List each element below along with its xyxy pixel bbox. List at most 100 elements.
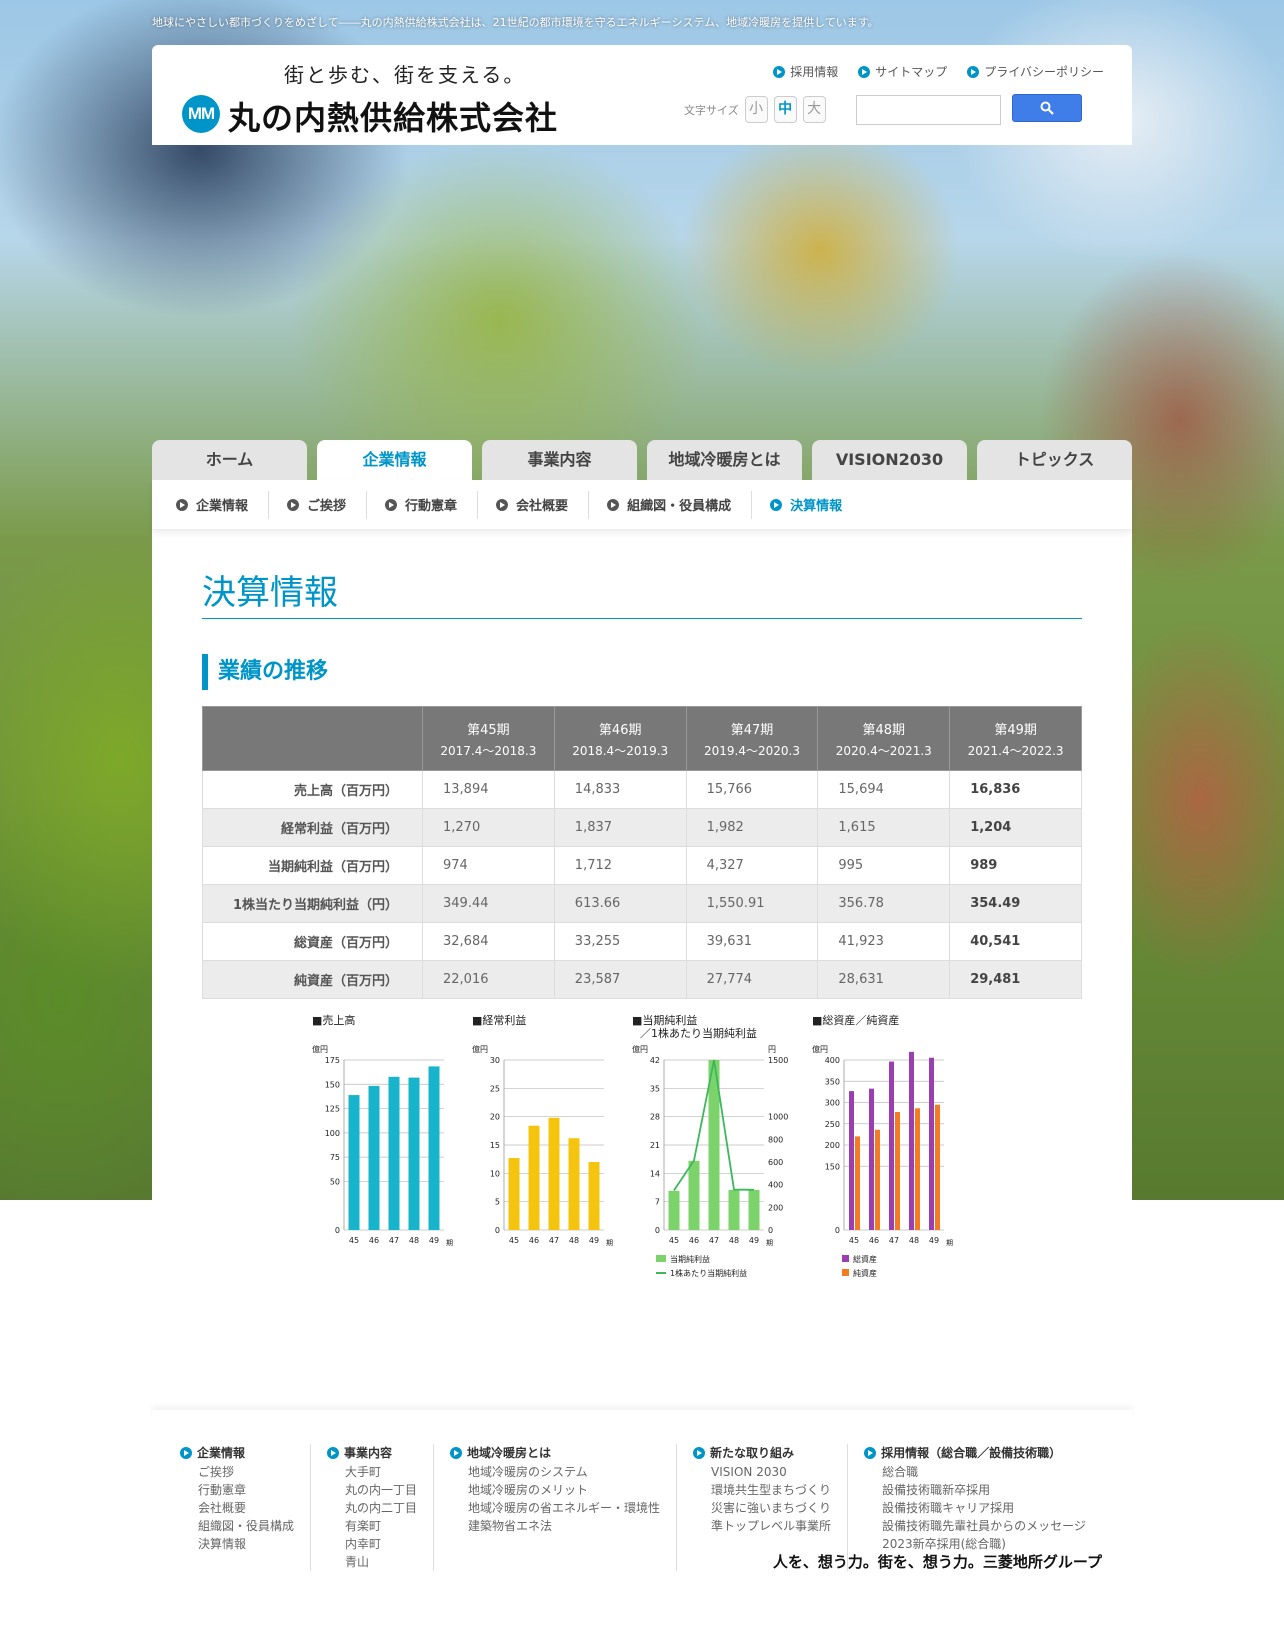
footer-link[interactable]: 地域冷暖房のメリット xyxy=(450,1481,660,1499)
table-cell: 4,327 xyxy=(685,846,819,885)
footer-link[interactable]: 準トップレベル事業所 xyxy=(693,1517,831,1535)
chart-bar xyxy=(548,1117,560,1230)
font-size-small-button[interactable]: 小 xyxy=(744,96,768,123)
arrow-circle-icon xyxy=(693,1446,706,1459)
chart-bar xyxy=(889,1061,894,1230)
company-logo-text[interactable]: 丸の内熱供給株式会社 xyxy=(228,93,558,139)
x-tick-label: 47 xyxy=(389,1236,399,1245)
search-button[interactable] xyxy=(1012,94,1082,122)
y-tick-label: 7 xyxy=(655,1198,660,1207)
footer-link[interactable]: 総合職 xyxy=(864,1463,1086,1481)
y-tick-label: 300 xyxy=(825,1099,840,1108)
recruit-link[interactable]: 採用情報 xyxy=(773,63,838,80)
subnav-item-overview[interactable]: 会社概要 xyxy=(496,490,590,519)
y-axis-label: 億円 xyxy=(312,1044,328,1054)
group-logo[interactable]: 人を、想う力。街を、想う力。三菱地所グループ xyxy=(773,1551,1102,1572)
financial-charts: ■売上高億円0507510012515017545 46 47 48 49 期■経常利益億… xyxy=(312,1013,953,1278)
chart-bar xyxy=(688,1160,700,1230)
footer-link[interactable]: 行動憲章 xyxy=(180,1481,294,1499)
chart-bar xyxy=(368,1085,380,1230)
footer-link[interactable]: 建築物省エネ法 xyxy=(450,1517,660,1535)
table-cell: 23,587 xyxy=(553,960,687,999)
footer-link[interactable]: 大手町 xyxy=(327,1463,417,1481)
footer-heading[interactable]: 企業情報 xyxy=(180,1444,294,1461)
table-cell: 15,694 xyxy=(817,770,951,809)
x-axis-label: 期 xyxy=(946,1239,953,1247)
x-tick-label: 45 xyxy=(349,1236,359,1245)
footer-link[interactable]: 会社概要 xyxy=(180,1499,294,1517)
x-tick-label: 46 xyxy=(869,1236,879,1245)
y-tick-label: 75 xyxy=(330,1153,340,1162)
tab-business[interactable]: 事業内容 xyxy=(482,440,637,480)
table-cell: 989 xyxy=(949,846,1082,885)
search-input[interactable] xyxy=(856,95,1001,125)
font-size-large-button[interactable]: 大 xyxy=(802,96,826,123)
arrow-circle-icon xyxy=(287,498,300,511)
footer-link[interactable]: 災害に強いまちづくり xyxy=(693,1499,831,1517)
font-size-medium-button[interactable]: 中 xyxy=(773,96,797,123)
table-cell: 14,833 xyxy=(553,770,687,809)
chart-bar xyxy=(895,1111,900,1230)
footer-link[interactable]: ご挨拶 xyxy=(180,1463,294,1481)
utility-links: 採用情報 サイトマップ プライバシーポリシー xyxy=(773,63,1104,80)
table-cell: 1,712 xyxy=(553,846,687,885)
footer-link[interactable]: 丸の内一丁目 xyxy=(327,1481,417,1499)
footer-link[interactable]: VISION 2030 xyxy=(693,1463,831,1481)
footer-heading[interactable]: 事業内容 xyxy=(327,1444,417,1461)
footer-link[interactable]: 設備技術職キャリア採用 xyxy=(864,1499,1086,1517)
chart-title: ■当期純利益 xyxy=(632,1013,697,1027)
footer-link[interactable]: 環境共生型まちづくり xyxy=(693,1481,831,1499)
period-header: 第46期 2018.4～2019.3 xyxy=(553,706,687,771)
footer-link[interactable]: 設備技術職先輩社員からのメッセージ xyxy=(864,1517,1086,1535)
y-tick-label: 350 xyxy=(825,1077,840,1086)
subnav-item-organization[interactable]: 組織図・役員構成 xyxy=(607,490,753,519)
footer-link[interactable]: 地域冷暖房の省エネルギー・環境性 xyxy=(450,1499,660,1517)
subnav-item-company[interactable]: 企業情報 xyxy=(176,490,270,519)
footer-link[interactable]: 青山 xyxy=(327,1553,417,1571)
chart-bar xyxy=(348,1095,360,1230)
sitemap-link[interactable]: サイトマップ xyxy=(858,63,947,80)
sub-navigation: 企業情報 ご挨拶 行動憲章 会社概要 組織図・役員構成 決算情報 xyxy=(152,480,1132,530)
financial-table: 第45期 2017.4～2018.3 第46期 2018.4～2019.3 第47期… xyxy=(202,706,1082,999)
y-axis-label: 億円 xyxy=(472,1044,488,1054)
company-logo-icon[interactable]: MM xyxy=(182,95,220,133)
y-tick-label: 42 xyxy=(650,1056,660,1065)
footer-link[interactable]: 設備技術職新卒採用 xyxy=(864,1481,1086,1499)
y-tick-label: 35 xyxy=(650,1084,660,1093)
footer-link[interactable]: 丸の内二丁目 xyxy=(327,1499,417,1517)
table-cell: 16,836 xyxy=(949,770,1082,809)
subnav-item-charter[interactable]: 行動憲章 xyxy=(385,490,479,519)
arrow-circle-icon xyxy=(607,498,620,511)
privacy-policy-link[interactable]: プライバシーポリシー xyxy=(967,63,1104,80)
legend-label: 1株あたり当期純利益 xyxy=(670,1268,747,1278)
x-tick-label: 45 xyxy=(849,1236,859,1245)
y-tick-label: 400 xyxy=(825,1056,840,1065)
y2-tick-label: 1000 xyxy=(768,1113,788,1122)
tab-company-info[interactable]: 企業情報 xyxy=(317,440,472,480)
tab-topics[interactable]: トピックス xyxy=(977,440,1132,480)
table-cell: 995 xyxy=(817,846,951,885)
footer-heading[interactable]: 新たな取り組み xyxy=(693,1444,831,1461)
y-tick-label: 150 xyxy=(825,1162,840,1171)
subnav-item-greeting[interactable]: ご挨拶 xyxy=(287,490,368,519)
table-cell: 354.49 xyxy=(949,884,1082,923)
x-tick-label: 48 xyxy=(569,1236,579,1245)
tab-dhc[interactable]: 地域冷暖房とは xyxy=(647,440,802,480)
tab-vision2030[interactable]: VISION2030 xyxy=(812,440,967,480)
subnav-item-financial[interactable]: 決算情報 xyxy=(770,491,862,519)
y2-tick-label: 1500 xyxy=(768,1056,788,1065)
table-cell: 29,481 xyxy=(949,960,1082,999)
footer-link[interactable]: 有楽町 xyxy=(327,1517,417,1535)
y-tick-label: 0 xyxy=(335,1226,340,1235)
chart-title: ■売上高 xyxy=(312,1013,355,1027)
table-corner-cell xyxy=(202,706,423,771)
footer-heading[interactable]: 地域冷暖房とは xyxy=(450,1444,660,1461)
tab-home[interactable]: ホーム xyxy=(152,440,307,480)
footer-link[interactable]: 地域冷暖房のシステム xyxy=(450,1463,660,1481)
footer-link[interactable]: 内幸町 xyxy=(327,1535,417,1553)
footer-link[interactable]: 組織図・役員構成 xyxy=(180,1517,294,1535)
x-tick-label: 47 xyxy=(889,1236,899,1245)
footer-heading[interactable]: 採用情報（総合職／設備技術職） xyxy=(864,1444,1086,1461)
footer-link[interactable]: 決算情報 xyxy=(180,1535,294,1553)
period-header: 第47期 2019.4～2020.3 xyxy=(685,706,819,771)
